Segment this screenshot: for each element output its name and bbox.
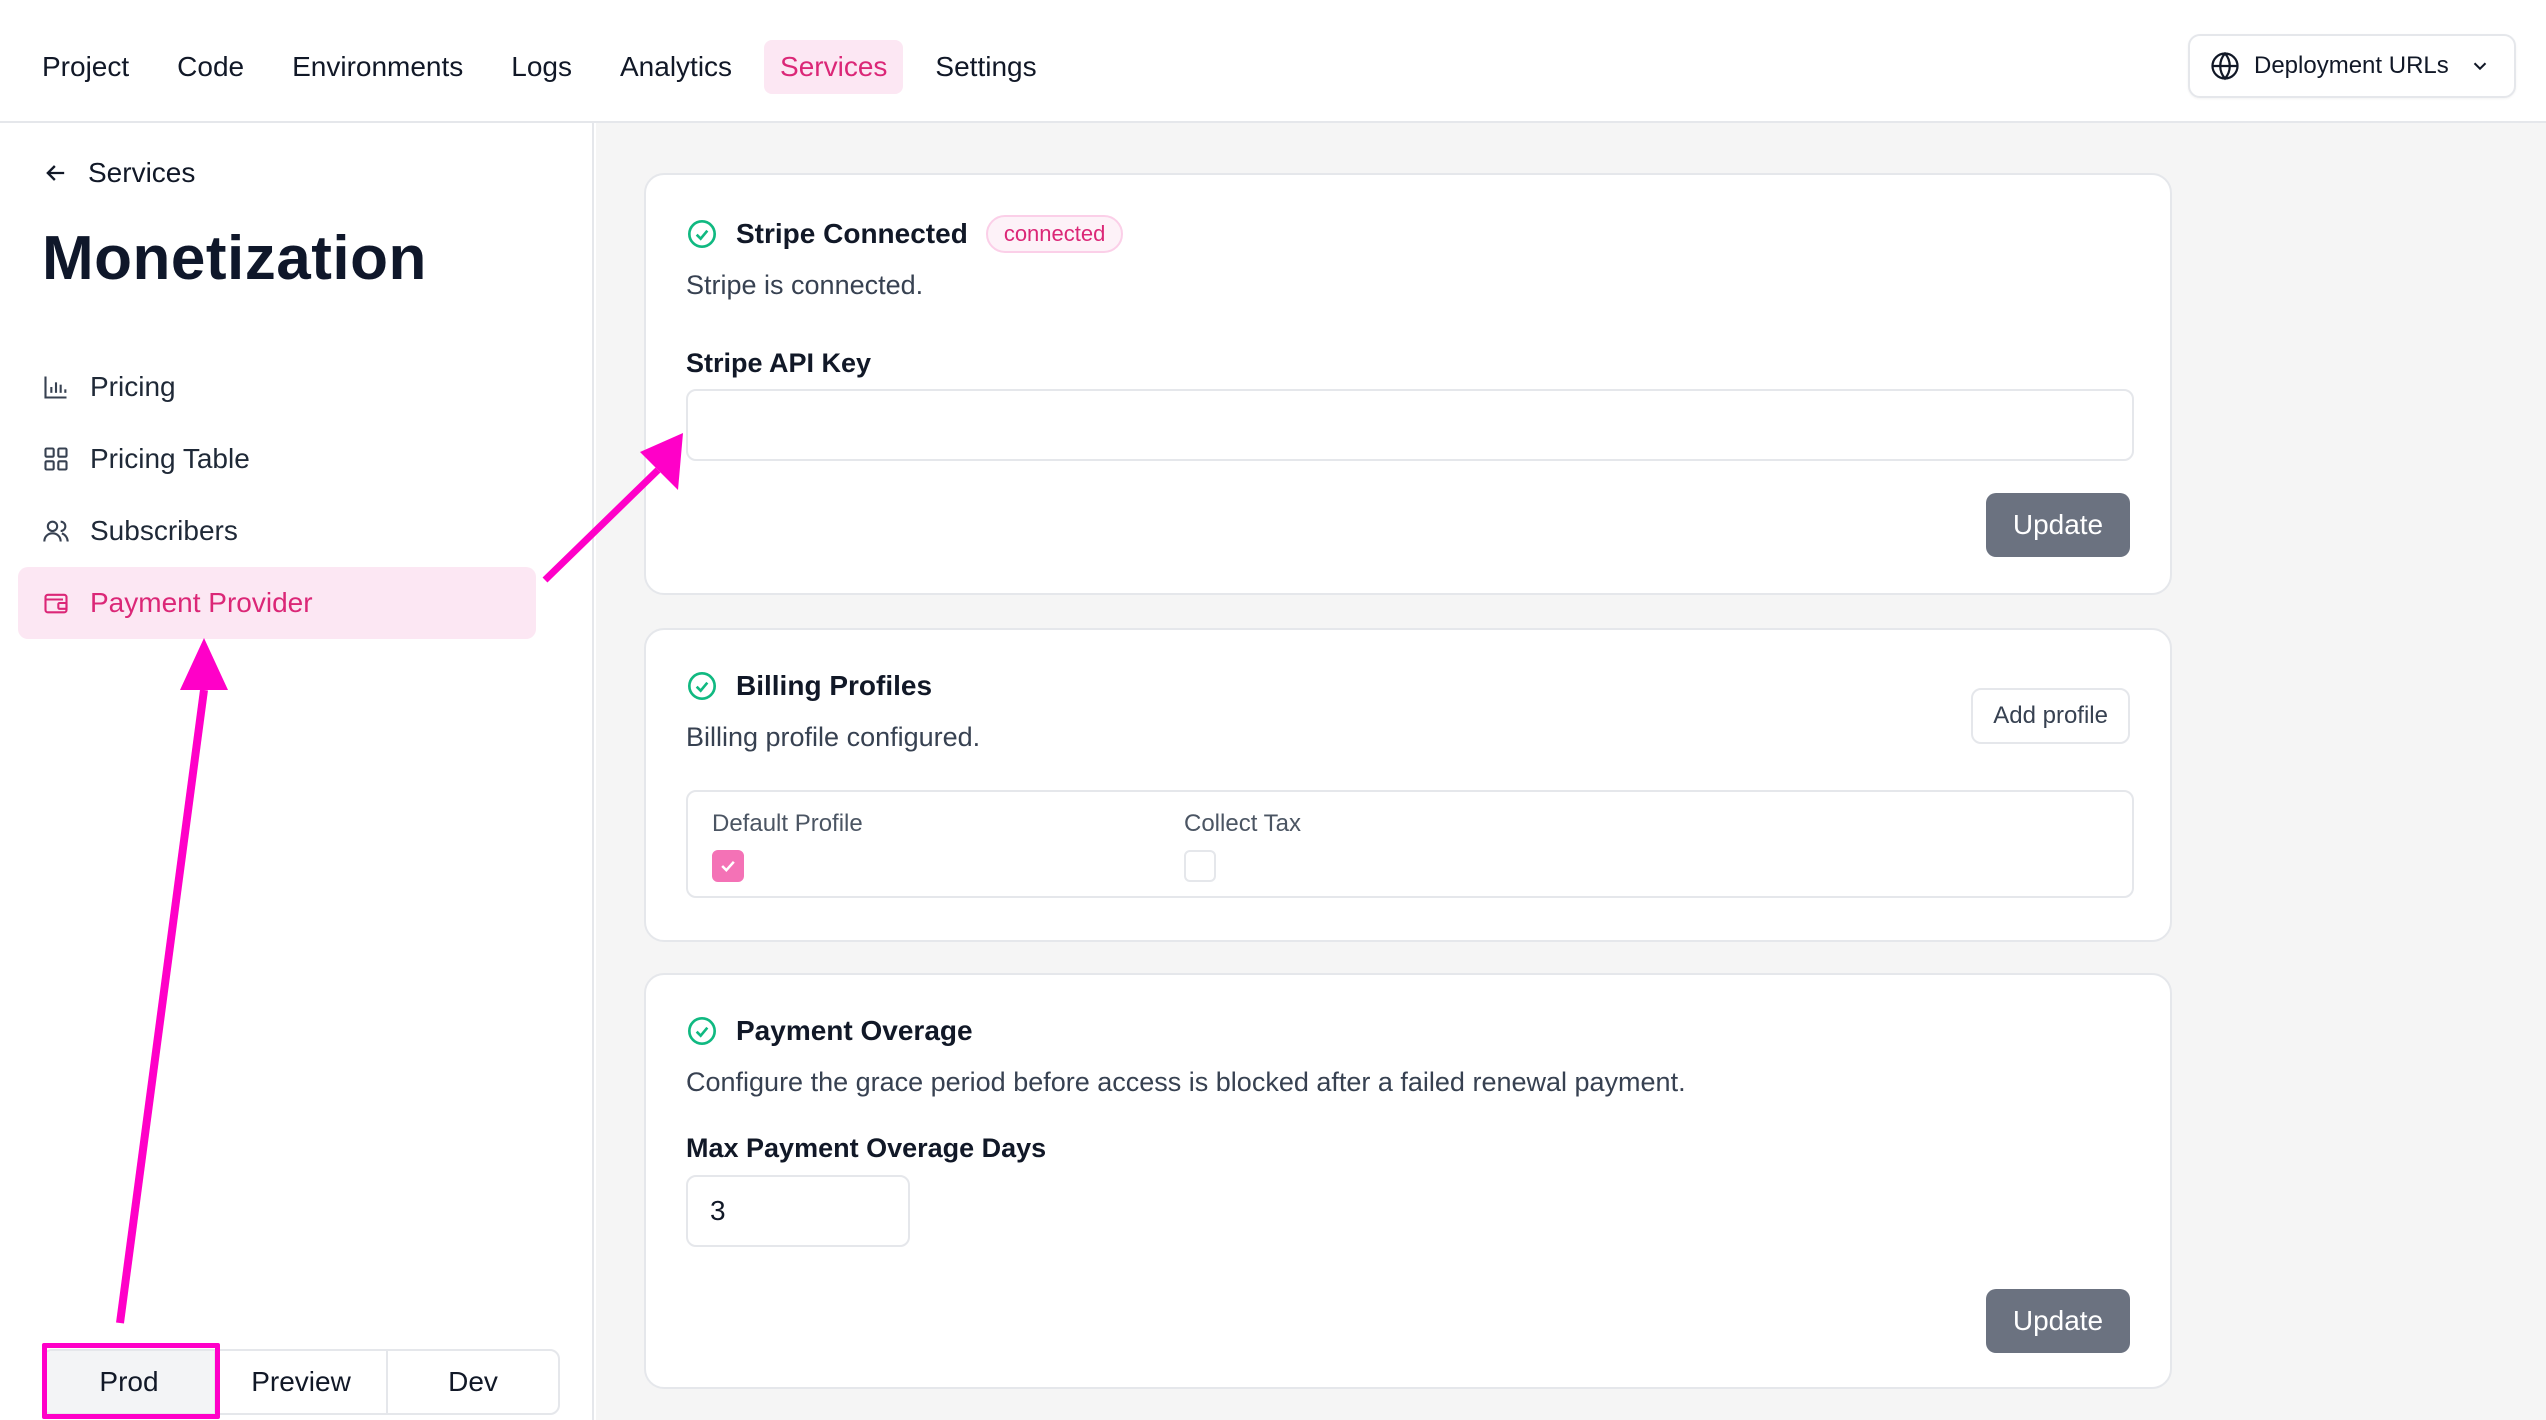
sidebar-menu: Pricing Pricing Table Subscribers Paymen…	[18, 351, 536, 639]
bar-chart-icon	[44, 376, 67, 399]
nav-analytics[interactable]: Analytics	[604, 40, 748, 94]
stripe-api-key-label: Stripe API Key	[686, 348, 872, 378]
sidebar-item-label: Pricing Table	[90, 443, 250, 474]
billing-title: Billing Profiles	[736, 670, 933, 701]
stripe-api-key-input[interactable]	[686, 389, 2134, 461]
grid-icon	[44, 447, 68, 471]
sidebar-item-label: Subscribers	[90, 515, 238, 546]
status-badge: connected	[985, 215, 1124, 253]
overage-description: Configure the grace period before access…	[686, 1067, 1686, 1097]
billing-card-header: Billing Profiles	[686, 670, 932, 702]
back-to-services-link[interactable]: Services	[42, 157, 195, 189]
wallet-icon	[44, 593, 68, 614]
stripe-title: Stripe Connected	[736, 218, 968, 249]
stripe-card: Stripe Connected connected Stripe is con…	[644, 173, 2172, 595]
top-nav-bar: Project Code Environments Logs Analytics…	[0, 0, 2546, 123]
nav-services[interactable]: Services	[764, 40, 904, 94]
nav-settings[interactable]: Settings	[919, 40, 1052, 94]
overage-card-header: Payment Overage	[686, 1015, 973, 1047]
billing-description: Billing profile configured.	[686, 722, 981, 752]
globe-icon	[2211, 51, 2239, 81]
back-label: Services	[88, 157, 196, 188]
sidebar-item-payment-provider[interactable]: Payment Provider	[18, 567, 536, 639]
sidebar-item-pricing-table[interactable]: Pricing Table	[18, 423, 536, 495]
environment-switcher: Prod Preview Dev	[42, 1349, 560, 1415]
chevron-down-icon	[2473, 62, 2486, 71]
stripe-description: Stripe is connected.	[686, 270, 924, 300]
main-content: Stripe Connected connected Stripe is con…	[596, 123, 2546, 1420]
env-tab-prod[interactable]: Prod	[44, 1351, 216, 1413]
nav-project[interactable]: Project	[26, 40, 145, 94]
overage-update-button[interactable]: Update	[1986, 1289, 2130, 1353]
page-title: Monetization	[42, 224, 427, 293]
check-circle-icon	[688, 1017, 716, 1045]
payment-overage-card: Payment Overage Configure the grace peri…	[644, 973, 2172, 1389]
check-circle-icon	[688, 220, 716, 248]
nav-environments[interactable]: Environments	[276, 40, 479, 94]
max-overage-days-input[interactable]	[686, 1175, 910, 1247]
collect-tax-header: Collect Tax	[1184, 810, 1301, 837]
billing-profile-table: Default Profile Collect Tax	[686, 790, 2134, 898]
max-overage-days-label: Max Payment Overage Days	[686, 1133, 1047, 1163]
deployment-urls-button[interactable]: Deployment URLs	[2188, 34, 2516, 98]
deployment-urls-label: Deployment URLs	[2254, 52, 2449, 79]
collect-tax-checkbox[interactable]	[1184, 850, 1216, 882]
arrow-left-icon	[46, 165, 65, 181]
sidebar-item-pricing[interactable]: Pricing	[18, 351, 536, 423]
sidebar-item-label: Payment Provider	[90, 587, 313, 618]
sidebar-item-label: Pricing	[90, 371, 176, 402]
billing-profiles-card: Billing Profiles Billing profile configu…	[644, 628, 2172, 942]
env-tab-dev[interactable]: Dev	[388, 1351, 558, 1413]
env-tab-preview[interactable]: Preview	[216, 1351, 388, 1413]
users-icon	[43, 520, 69, 542]
sidebar: Services Monetization Pricing Pricing Ta…	[0, 123, 594, 1420]
nav-code[interactable]: Code	[161, 40, 260, 94]
nav-logs[interactable]: Logs	[495, 40, 588, 94]
default-profile-header: Default Profile	[712, 810, 863, 837]
overage-title: Payment Overage	[736, 1015, 973, 1046]
stripe-card-header: Stripe Connected connected	[686, 215, 1124, 253]
stripe-update-button[interactable]: Update	[1986, 493, 2130, 557]
check-circle-icon	[688, 672, 716, 700]
main-nav: Project Code Environments Logs Analytics…	[26, 40, 1053, 94]
sidebar-item-subscribers[interactable]: Subscribers	[18, 495, 536, 567]
default-profile-checkbox[interactable]	[712, 850, 744, 882]
checkmark-icon	[721, 860, 735, 872]
add-profile-button[interactable]: Add profile	[1971, 688, 2130, 744]
